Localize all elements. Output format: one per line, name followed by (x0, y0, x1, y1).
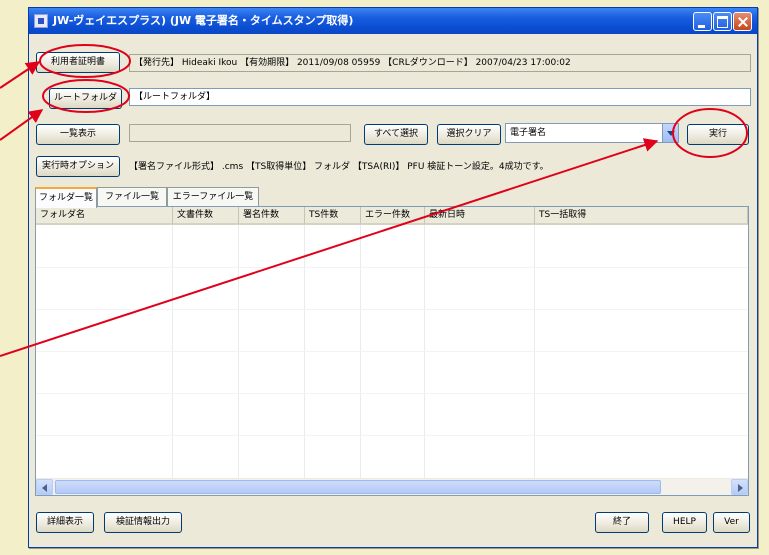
verify-info-button[interactable]: 検証情報出力 (104, 512, 182, 533)
column-header-error-count[interactable]: エラー件数 (361, 207, 425, 225)
list-display-button[interactable]: 一覧表示 (36, 124, 120, 145)
root-folder-value: 【ルートフォルダ】 (134, 92, 216, 102)
column-header-ts-bulk[interactable]: TS一括取得 (535, 207, 748, 225)
select-all-button[interactable]: すべて選択 (364, 124, 428, 145)
tab-files[interactable]: ファイル一覧 (97, 187, 167, 207)
help-button[interactable]: HELP (662, 512, 707, 533)
scroll-left-icon[interactable] (36, 479, 53, 495)
certificate-info: 【発行先】 Hideaki Ikou 【有効期限】 2011/09/08 059… (129, 54, 751, 72)
tab-error-files[interactable]: エラーファイル一覧 (167, 187, 259, 207)
grid-line (36, 309, 748, 310)
window-title: JW-ヴェイエスプラス) (JW 電子署名・タイムスタンプ取得) (53, 14, 354, 27)
grid-line (36, 351, 748, 352)
folder-list[interactable]: フォルダ名 文書件数 署名件数 TS件数 エラー件数 最新日時 TS一括取得 (35, 206, 749, 496)
app-window: JW-ヴェイエスプラス) (JW 電子署名・タイムスタンプ取得) 利用者証明書 … (28, 7, 758, 548)
certificate-info-text: 【発行先】 Hideaki Ikou 【有効期限】 2011/09/08 059… (134, 58, 571, 68)
minimize-icon[interactable] (693, 12, 712, 31)
maximize-icon[interactable] (713, 12, 732, 31)
mode-select-value: 電子署名 (510, 128, 547, 138)
column-header-latest-date[interactable]: 最新日時 (425, 207, 535, 225)
root-folder-field[interactable]: 【ルートフォルダ】 (129, 88, 751, 106)
list-header: フォルダ名 文書件数 署名件数 TS件数 エラー件数 最新日時 TS一括取得 (36, 207, 748, 225)
tab-folders[interactable]: フォルダ一覧 (35, 187, 97, 208)
exec-options-button[interactable]: 実行時オプション (36, 156, 120, 177)
column-header-folder-name[interactable]: フォルダ名 (36, 207, 173, 225)
horizontal-scrollbar[interactable] (36, 478, 748, 495)
ver-button[interactable]: Ver (713, 512, 750, 533)
grid-line (36, 435, 748, 436)
mode-select[interactable]: 電子署名 (505, 123, 679, 143)
grid-line (36, 393, 748, 394)
root-folder-button[interactable]: ルートフォルダ (49, 88, 122, 109)
scrollbar-thumb[interactable] (55, 480, 661, 494)
grid-line (36, 267, 748, 268)
path-field[interactable] (129, 124, 351, 142)
scroll-right-icon[interactable] (731, 479, 748, 495)
column-header-ts-count[interactable]: TS件数 (305, 207, 361, 225)
detail-button[interactable]: 詳細表示 (36, 512, 94, 533)
title-bar[interactable]: JW-ヴェイエスプラス) (JW 電子署名・タイムスタンプ取得) (29, 8, 757, 34)
clear-selection-button[interactable]: 選択クリア (437, 124, 501, 145)
close-icon[interactable] (733, 12, 752, 31)
exit-button[interactable]: 終了 (595, 512, 649, 533)
exec-options-info: 【署名ファイル形式】 .cms 【TS取得単位】 フォルダ 【TSA(RI)】 … (129, 162, 549, 172)
column-header-signed-count[interactable]: 署名件数 (239, 207, 305, 225)
execute-button[interactable]: 実行 (687, 124, 749, 145)
column-header-doc-count[interactable]: 文書件数 (173, 207, 239, 225)
certificate-button[interactable]: 利用者証明書 (36, 52, 120, 73)
app-icon (34, 14, 48, 28)
chevron-down-icon[interactable] (662, 124, 678, 142)
